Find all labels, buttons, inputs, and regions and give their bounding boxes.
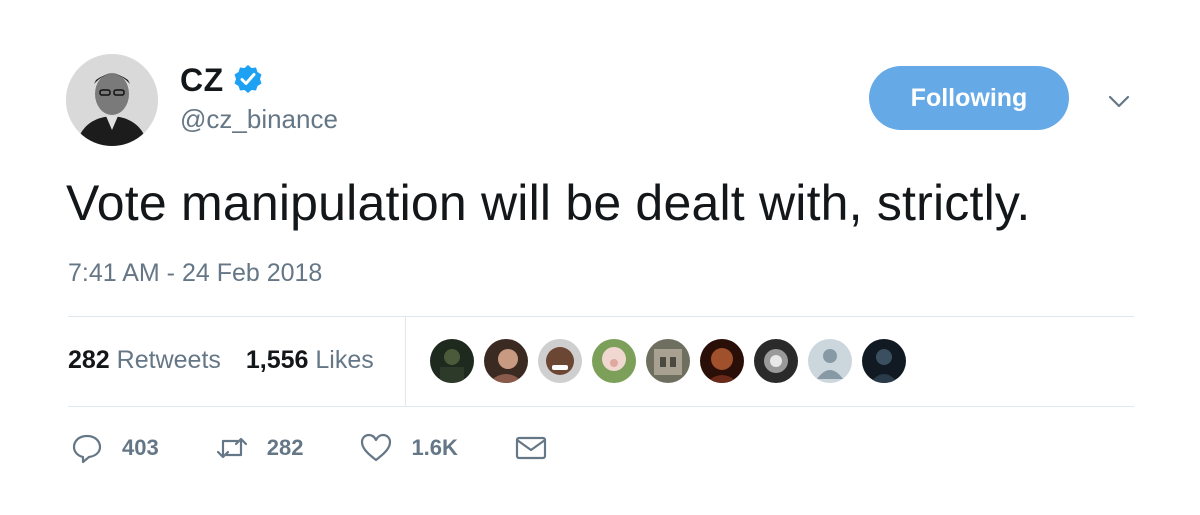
divider-bottom [68,406,1134,407]
direct-message-button[interactable] [514,431,548,465]
tweet-timestamp[interactable]: 7:41 AM - 24 Feb 2018 [68,259,322,288]
retweet-icon [216,437,247,459]
reply-count: 403 [122,435,159,460]
envelope-icon [515,436,547,460]
liker-avatar-6[interactable] [698,337,746,385]
like-button[interactable]: 1.6K [359,431,458,465]
retweets-label: Retweets [116,346,221,374]
reply-icon [72,434,102,464]
retweet-button[interactable]: 282 [215,431,304,465]
liker-avatars [428,337,914,385]
liker-avatar-1[interactable] [428,337,476,385]
likes-stat[interactable]: 1,556 Likes [246,346,374,375]
divider-top [68,316,1134,317]
liker-avatar-3[interactable] [536,337,584,385]
user-handle[interactable]: @cz_binance [180,104,338,135]
retweets-count: 282 [68,346,110,374]
tweet-actions: 403 282 1.6K [70,428,604,468]
liker-avatar-7[interactable] [752,337,800,385]
liker-avatar-4[interactable] [590,337,638,385]
display-name[interactable]: CZ [180,62,224,99]
liker-avatar-8[interactable] [806,337,854,385]
following-button[interactable]: Following [869,66,1069,130]
verified-badge-icon [234,65,262,93]
tweet-text: Vote manipulation will be dealt with, st… [66,175,1031,231]
heart-icon [361,433,392,462]
liker-avatar-5[interactable] [644,337,692,385]
engagement-stats: 282 Retweets 1,556 Likes [68,346,392,375]
retweets-stat[interactable]: 282 Retweets [68,346,221,375]
liker-avatar-9[interactable] [860,337,908,385]
reply-button[interactable]: 403 [70,431,159,465]
liker-avatar-2[interactable] [482,337,530,385]
tweet-card: CZ @cz_binance Following Vote manipulati… [0,0,1200,515]
chevron-down-icon[interactable] [1104,86,1134,116]
likes-count: 1,556 [245,346,309,374]
retweet-count: 282 [266,435,304,460]
stats-divider [405,316,406,406]
likes-label: Likes [315,346,374,374]
like-count: 1.6K [411,435,458,460]
avatar[interactable] [66,54,158,146]
